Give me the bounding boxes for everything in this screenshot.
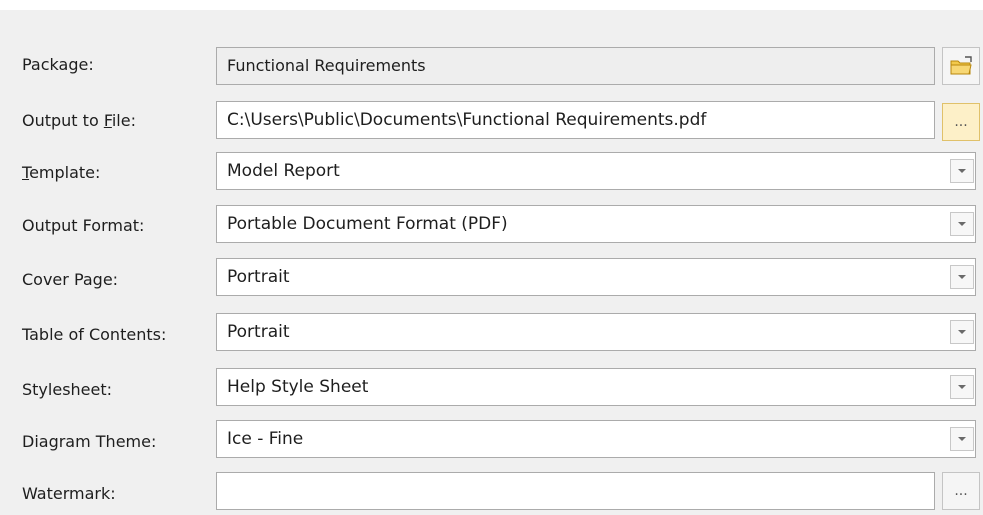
template-select[interactable]: Model Report xyxy=(216,152,976,190)
cover-page-select-value: Portrait xyxy=(227,267,290,287)
top-strip xyxy=(0,0,983,10)
watermark-label: Watermark: xyxy=(22,484,116,503)
folder-icon xyxy=(950,56,972,75)
table-of-contents-label: Table of Contents: xyxy=(22,325,167,344)
chevron-down-icon[interactable] xyxy=(950,375,974,399)
package-label: Package: xyxy=(22,55,94,74)
stylesheet-select[interactable]: Help Style Sheet xyxy=(216,368,976,406)
cover-page-label: Cover Page: xyxy=(22,270,119,289)
template-label: Template: xyxy=(22,163,101,182)
cover-page-select[interactable]: Portrait xyxy=(216,258,976,296)
chevron-down-icon[interactable] xyxy=(950,320,974,344)
package-select-button[interactable] xyxy=(942,47,980,85)
chevron-down-icon[interactable] xyxy=(950,427,974,451)
diagram-theme-select-value: Ice - Fine xyxy=(227,429,304,449)
diagram-theme-select[interactable]: Ice - Fine xyxy=(216,420,976,458)
table-of-contents-select[interactable]: Portrait xyxy=(216,313,976,351)
output-format-select-value: Portable Document Format (PDF) xyxy=(227,214,508,234)
output-file-label: Output to File: xyxy=(22,111,136,130)
template-select-value: Model Report xyxy=(227,161,340,181)
output-format-label: Output Format: xyxy=(22,216,145,235)
output-file-browse-button[interactable]: ... xyxy=(942,103,980,141)
output-file-input[interactable]: C:\Users\Public\Documents\Functional Req… xyxy=(216,101,935,139)
stylesheet-select-value: Help Style Sheet xyxy=(227,377,369,397)
watermark-browse-button[interactable]: ... xyxy=(942,472,980,510)
package-field: Functional Requirements xyxy=(216,47,935,85)
table-of-contents-select-value: Portrait xyxy=(227,322,290,342)
output-format-select[interactable]: Portable Document Format (PDF) xyxy=(216,205,976,243)
chevron-down-icon[interactable] xyxy=(950,212,974,236)
chevron-down-icon[interactable] xyxy=(950,265,974,289)
chevron-down-icon[interactable] xyxy=(950,159,974,183)
watermark-input[interactable] xyxy=(216,472,935,510)
stylesheet-label: Stylesheet: xyxy=(22,380,113,399)
diagram-theme-label: Diagram Theme: xyxy=(22,432,157,451)
